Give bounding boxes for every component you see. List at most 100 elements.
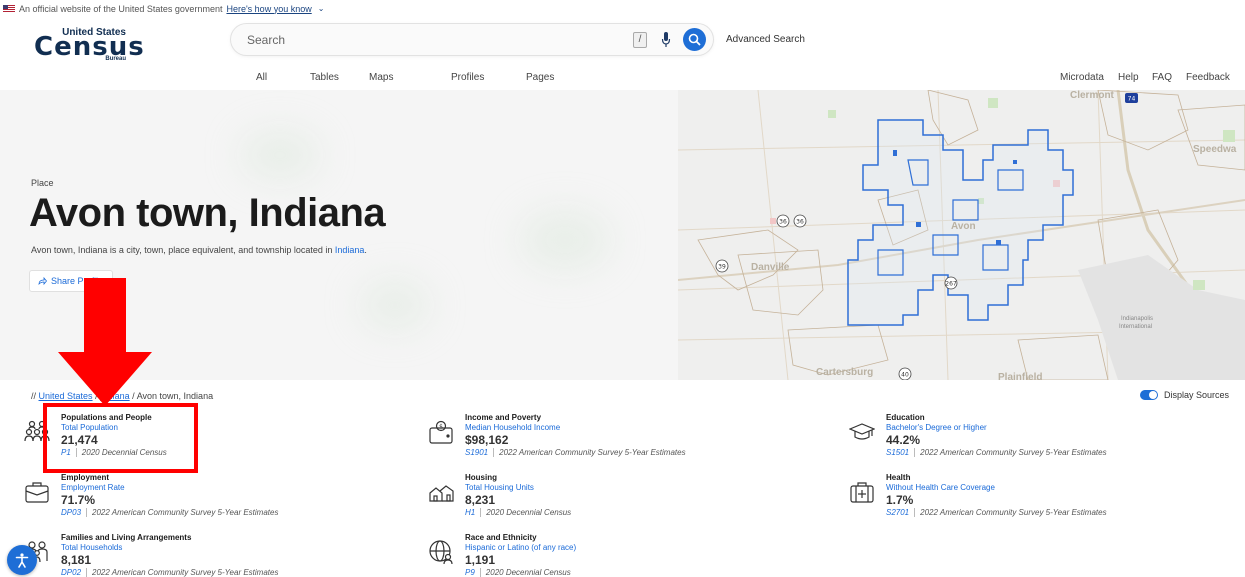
tab-tables[interactable]: Tables xyxy=(310,72,339,83)
page-title: Avon town, Indiana xyxy=(29,191,386,235)
stat-card-employment[interactable]: Employment Employment Rate 71.7% DP03 202… xyxy=(24,473,384,529)
indiana-link[interactable]: Indiana xyxy=(335,245,365,255)
card-source: S1901 2022 American Community Survey 5-Ye… xyxy=(465,448,686,458)
card-metric: Hispanic or Latino (of any race) xyxy=(465,543,577,552)
stat-card-housing[interactable]: Housing Total Housing Units 8,231 H1 2020… xyxy=(428,473,788,529)
annotation-arrow-icon xyxy=(58,278,152,406)
map-label-cartersburg: Cartersburg xyxy=(816,367,873,378)
route-39-label: 39 xyxy=(718,264,726,271)
card-metric: Without Health Care Coverage xyxy=(886,483,995,492)
gov-banner-text: An official website of the United States… xyxy=(19,3,223,14)
map-label-danville: Danville xyxy=(751,262,790,273)
search-button[interactable] xyxy=(683,28,706,51)
microphone-icon[interactable] xyxy=(661,31,671,49)
card-value: 8,231 xyxy=(465,493,496,507)
card-category: Employment xyxy=(61,473,110,482)
breadcrumb-prefix: // xyxy=(31,391,37,401)
feedback-link[interactable]: Feedback xyxy=(1186,72,1230,83)
stat-card-race-ethnicity[interactable]: Race and Ethnicity Hispanic or Latino (o… xyxy=(428,533,788,577)
tab-pages[interactable]: Pages xyxy=(526,72,554,83)
gov-banner: An official website of the United States… xyxy=(0,0,1245,17)
card-table-link[interactable]: S2701 xyxy=(886,508,909,517)
tab-maps[interactable]: Maps xyxy=(369,72,393,83)
stat-card-income[interactable]: $ Income and Poverty Median Household In… xyxy=(428,413,788,469)
card-source-name: 2020 Decennial Census xyxy=(486,508,572,517)
search-input[interactable] xyxy=(247,31,607,48)
card-metric: Total Households xyxy=(61,543,123,552)
card-category: Income and Poverty xyxy=(465,413,542,422)
display-sources-label: Display Sources xyxy=(1164,390,1230,400)
card-category: Housing xyxy=(465,473,497,482)
place-description: Avon town, Indiana is a city, town, plac… xyxy=(31,245,367,255)
briefcase-icon xyxy=(25,482,49,503)
tab-profiles[interactable]: Profiles xyxy=(451,72,484,83)
card-source-name: 2022 American Community Survey 5-Year Es… xyxy=(92,568,279,577)
map-canvas: 74 36 36 39 267 40 Clermont Speedwa Avon… xyxy=(678,90,1245,380)
svg-text:$: $ xyxy=(439,424,443,431)
card-metric: Bachelor's Degree or Higher xyxy=(886,423,987,432)
search-icon xyxy=(688,33,701,46)
card-category: Education xyxy=(886,413,925,422)
card-table-link[interactable]: DP03 xyxy=(61,508,81,517)
us-flag-icon xyxy=(3,4,15,13)
tab-all[interactable]: All xyxy=(256,72,267,83)
globe-people-icon xyxy=(429,540,453,565)
card-source: P9 2020 Decennial Census xyxy=(465,568,571,577)
map-label-avon: Avon xyxy=(951,221,976,232)
card-value: $98,162 xyxy=(465,433,509,447)
card-category: Families and Living Arrangements xyxy=(61,533,192,542)
place-boundary-map[interactable]: 74 36 36 39 267 40 Clermont Speedwa Avon… xyxy=(678,90,1245,380)
card-table-link[interactable]: P9 xyxy=(465,568,475,577)
card-value: 1,191 xyxy=(465,553,496,567)
card-category: Health xyxy=(886,473,911,482)
chevron-down-icon[interactable]: ⌄ xyxy=(318,4,325,13)
card-category: Race and Ethnicity xyxy=(465,533,537,542)
stat-card-health[interactable]: Health Without Health Care Coverage 1.7%… xyxy=(849,473,1209,529)
card-table-link[interactable]: H1 xyxy=(465,508,475,517)
help-link[interactable]: Help xyxy=(1118,72,1139,83)
search-bar: / xyxy=(231,24,713,55)
place-type-label: Place xyxy=(31,178,54,188)
map-label-airport: Indianapolis xyxy=(1121,316,1153,322)
census-profile-page: An official website of the United States… xyxy=(0,0,1245,577)
microdata-link[interactable]: Microdata xyxy=(1060,72,1104,83)
accessibility-icon xyxy=(15,553,29,568)
share-icon xyxy=(38,277,47,285)
map-label-clermont: Clermont xyxy=(1070,90,1115,101)
stat-card-education[interactable]: Education Bachelor's Degree or Higher 44… xyxy=(849,413,1209,469)
card-value: 8,181 xyxy=(61,553,92,567)
card-source-name: 2022 American Community Survey 5-Year Es… xyxy=(920,448,1107,457)
hero-background-blob xyxy=(240,130,320,180)
graduation-cap-icon xyxy=(849,423,875,440)
card-value: 1.7% xyxy=(886,493,914,507)
card-metric: Total Housing Units xyxy=(465,483,534,492)
card-source: DP02 2022 American Community Survey 5-Yea… xyxy=(61,568,278,577)
hero-background-blob xyxy=(360,280,430,330)
route-36-label-2: 36 xyxy=(796,219,804,226)
card-value: 44.2% xyxy=(886,433,921,447)
census-logo[interactable]: United States Census Bureau xyxy=(34,24,144,64)
card-source: DP03 2022 American Community Survey 5-Yea… xyxy=(61,508,278,518)
map-label-plainfield: Plainfield xyxy=(998,372,1042,380)
card-table-link[interactable]: S1901 xyxy=(465,448,488,457)
faq-link[interactable]: FAQ xyxy=(1152,72,1172,83)
route-36-label: 36 xyxy=(779,219,787,226)
medical-kit-icon xyxy=(850,482,874,503)
route-267-label: 267 xyxy=(945,281,957,288)
card-value: 71.7% xyxy=(61,493,96,507)
card-source: S1501 2022 American Community Survey 5-Ye… xyxy=(886,448,1107,458)
route-40-label: 40 xyxy=(901,372,909,379)
accessibility-button[interactable] xyxy=(7,545,37,575)
advanced-search-link[interactable]: Advanced Search xyxy=(726,34,805,45)
display-sources-control: Display Sources xyxy=(1140,390,1229,400)
card-metric: Median Household Income xyxy=(465,423,561,432)
route-74-label: 74 xyxy=(1128,96,1136,103)
display-sources-toggle[interactable] xyxy=(1140,390,1158,400)
card-metric: Employment Rate xyxy=(61,483,125,492)
card-table-link[interactable]: S1501 xyxy=(886,448,909,457)
heres-how-you-know-link[interactable]: Here's how you know xyxy=(226,4,311,14)
stat-card-families[interactable]: Families and Living Arrangements Total H… xyxy=(24,533,384,577)
slash-shortcut-key: / xyxy=(633,32,647,48)
card-table-link[interactable]: DP02 xyxy=(61,568,81,577)
annotation-highlight-box xyxy=(43,403,198,473)
